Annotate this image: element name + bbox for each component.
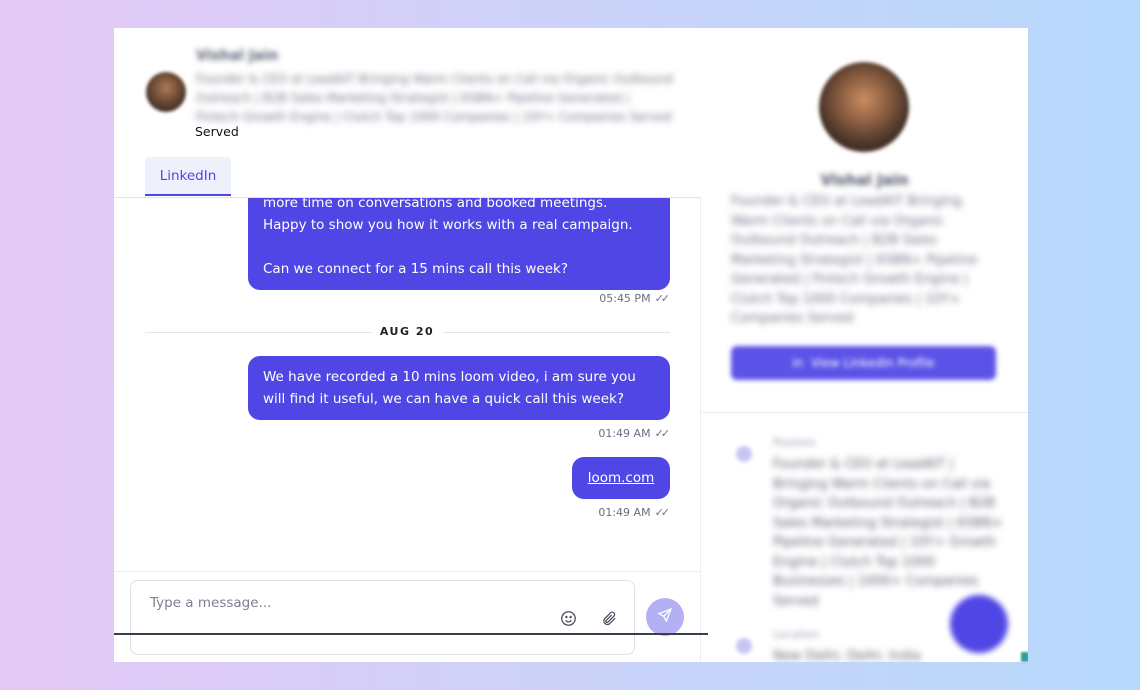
profile-avatar bbox=[819, 62, 909, 152]
divider bbox=[701, 412, 1028, 413]
profile-name: Vishal Jain bbox=[820, 171, 909, 189]
profile-headline: Founder & CEO at LeadAIT Bringing Warm C… bbox=[731, 194, 978, 326]
message-time: 01:49 AM bbox=[598, 506, 651, 519]
contact-avatar[interactable] bbox=[146, 72, 186, 112]
date-label: AUG 20 bbox=[379, 325, 435, 338]
corner-accent bbox=[1021, 652, 1028, 662]
briefcase-icon bbox=[736, 446, 752, 462]
chat-panel: Vishal Jain Founder & CEO at LeadAIT Bri… bbox=[114, 28, 701, 662]
double-check-icon: ✓✓ bbox=[654, 506, 671, 519]
message-timestamp: 01:49 AM ✓✓ bbox=[598, 506, 671, 519]
message-link[interactable]: loom.com bbox=[572, 457, 670, 499]
tab-linkedin[interactable]: LinkedIn bbox=[145, 157, 231, 196]
app-window: Vishal Jain Founder & CEO at LeadAIT Bri… bbox=[114, 28, 1028, 662]
message-bubble: more time on conversations and booked me… bbox=[248, 198, 670, 290]
linkedin-icon: in bbox=[792, 356, 804, 370]
separator-line bbox=[145, 332, 371, 333]
contact-status: Served bbox=[195, 124, 239, 139]
info-label: Location bbox=[773, 628, 820, 641]
location-icon bbox=[736, 638, 752, 654]
send-button[interactable] bbox=[646, 598, 684, 636]
info-label: Position bbox=[773, 436, 816, 449]
paperclip-icon[interactable] bbox=[599, 608, 619, 628]
message-time: 01:49 AM bbox=[598, 427, 651, 440]
send-icon bbox=[657, 607, 673, 627]
bottom-border bbox=[114, 633, 708, 635]
info-value: Founder & CEO at LeadAIT | Bringing Warm… bbox=[773, 457, 1003, 609]
message-timestamp: 05:45 PM ✓✓ bbox=[599, 292, 671, 305]
view-profile-button[interactable]: in View LinkedIn Profile bbox=[731, 346, 996, 380]
message-composer[interactable] bbox=[130, 580, 635, 655]
contact-headline: Founder & CEO at LeadAIT Bringing Warm C… bbox=[196, 72, 673, 124]
profile-panel: Vishal Jain Founder & CEO at LeadAIT Bri… bbox=[701, 28, 1028, 662]
view-profile-label: View LinkedIn Profile bbox=[811, 356, 935, 370]
message-time: 05:45 PM bbox=[599, 292, 651, 305]
emoji-icon[interactable] bbox=[558, 608, 578, 628]
separator-line bbox=[443, 332, 670, 333]
composer-area bbox=[114, 571, 701, 662]
double-check-icon: ✓✓ bbox=[654, 427, 671, 440]
message-list[interactable]: more time on conversations and booked me… bbox=[114, 198, 701, 571]
chat-header: Vishal Jain Founder & CEO at LeadAIT Bri… bbox=[114, 28, 701, 198]
message-bubble: We have recorded a 10 mins loom video, i… bbox=[248, 356, 670, 420]
message-input[interactable] bbox=[150, 595, 530, 611]
contact-name[interactable]: Vishal Jain bbox=[196, 48, 278, 64]
chat-widget-button[interactable] bbox=[950, 595, 1008, 653]
double-check-icon: ✓✓ bbox=[654, 292, 671, 305]
date-separator: AUG 20 bbox=[145, 324, 670, 340]
message-timestamp: 01:49 AM ✓✓ bbox=[598, 427, 671, 440]
